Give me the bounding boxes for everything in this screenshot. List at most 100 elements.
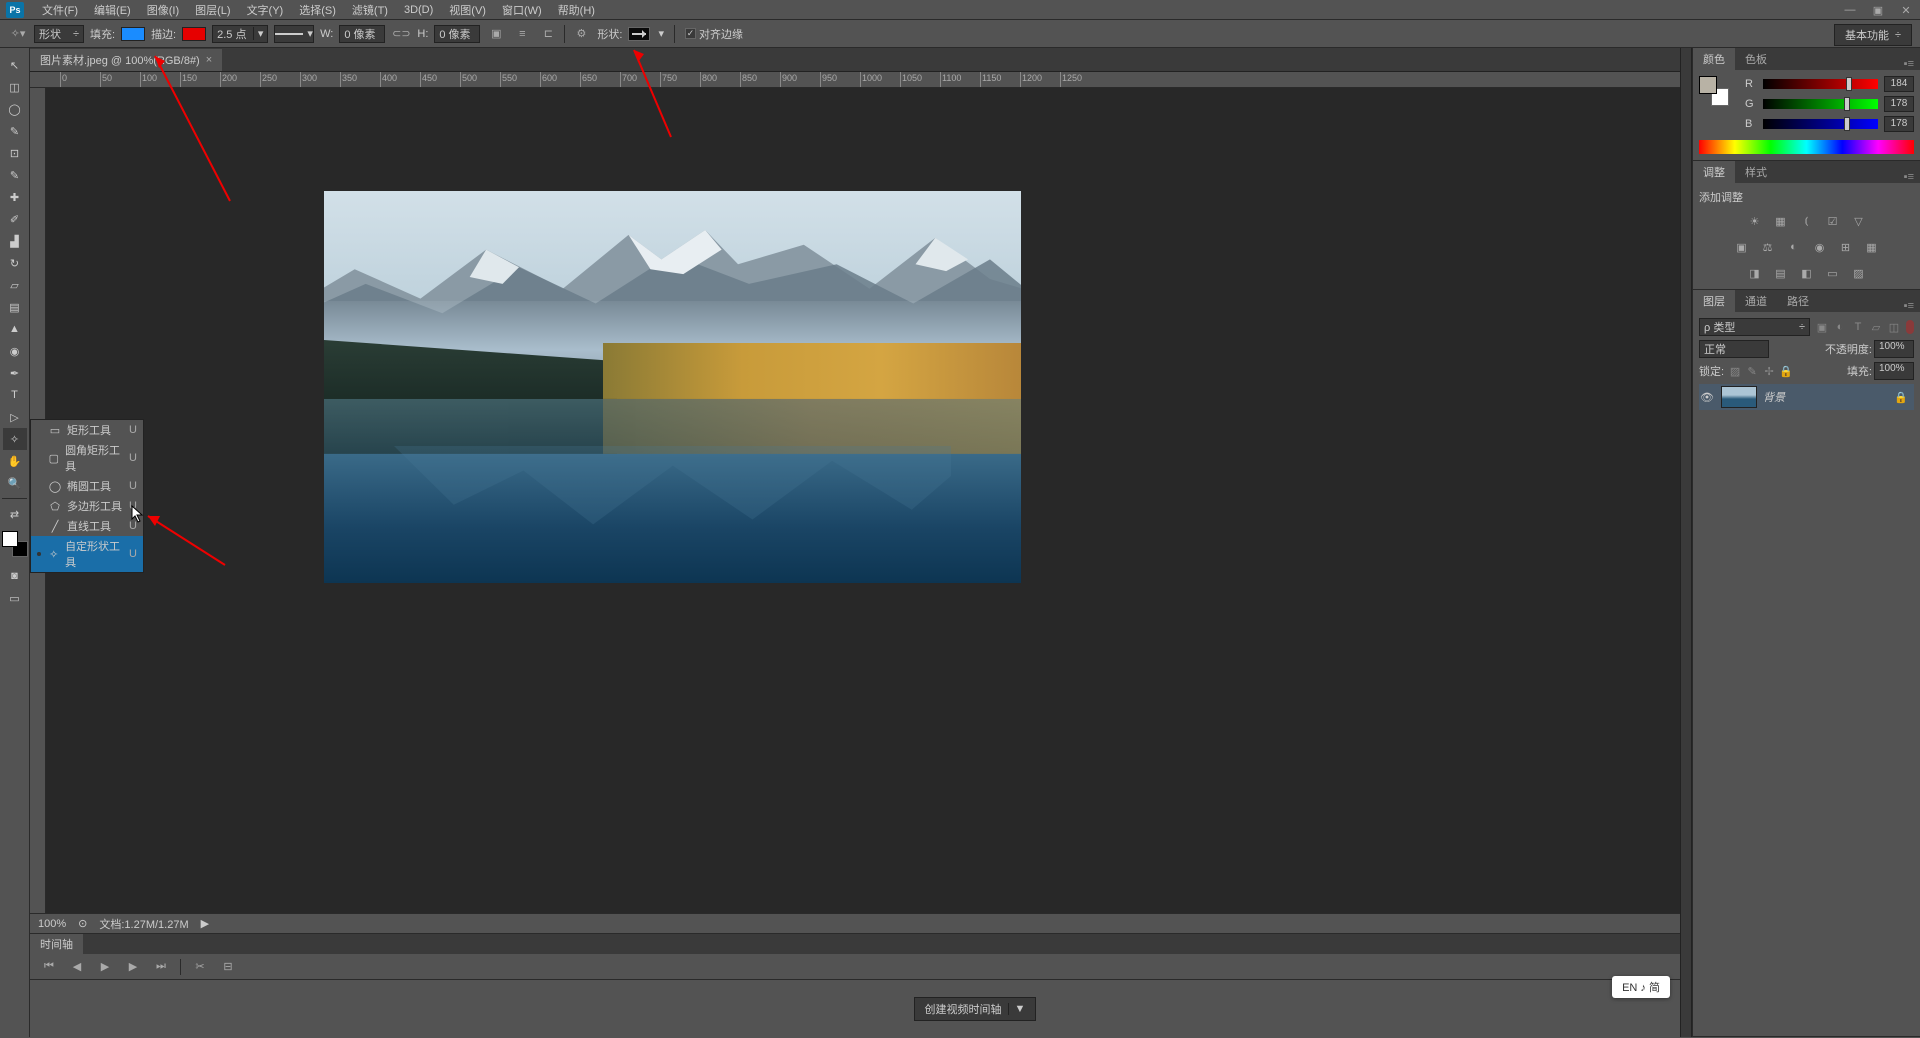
width-input[interactable]: 0 像素 bbox=[339, 25, 385, 43]
r-value-input[interactable]: 184 bbox=[1884, 76, 1914, 92]
first-frame-icon[interactable]: ⏮ bbox=[40, 958, 58, 976]
type-tool-icon[interactable]: T bbox=[3, 384, 27, 406]
bw-adjust-icon[interactable]: ◐ bbox=[1784, 237, 1804, 257]
lock-all-icon[interactable]: 🔒 bbox=[1779, 364, 1793, 378]
menu-file[interactable]: 文件(F) bbox=[34, 0, 86, 20]
color-spectrum[interactable] bbox=[1699, 140, 1914, 154]
invert-adjust-icon[interactable]: ◨ bbox=[1745, 263, 1765, 283]
minimize-icon[interactable]: — bbox=[1836, 0, 1864, 20]
blend-mode-select[interactable]: 正常 bbox=[1699, 340, 1769, 358]
height-input[interactable]: 0 像素 bbox=[434, 25, 480, 43]
layer-visibility-icon[interactable]: 👁 bbox=[1699, 391, 1715, 404]
curves-adjust-icon[interactable]: ⦅ bbox=[1797, 211, 1817, 231]
channelmixer-adjust-icon[interactable]: ⊞ bbox=[1836, 237, 1856, 257]
colorbalance-adjust-icon[interactable]: ⚖ bbox=[1758, 237, 1778, 257]
path-select-tool-icon[interactable]: ▷ bbox=[3, 406, 27, 428]
filter-adjust-icon[interactable]: ◐ bbox=[1832, 319, 1848, 335]
paths-panel-tab[interactable]: 路径 bbox=[1777, 290, 1819, 312]
last-frame-icon[interactable]: ⏭ bbox=[152, 958, 170, 976]
color-panel-tab[interactable]: 颜色 bbox=[1693, 48, 1735, 70]
quick-select-tool-icon[interactable]: ✎ bbox=[3, 120, 27, 142]
color-swatch-pair[interactable] bbox=[1699, 76, 1729, 106]
fill-color-swatch[interactable] bbox=[121, 27, 145, 41]
lasso-tool-icon[interactable]: ◯ bbox=[3, 98, 27, 120]
brush-tool-icon[interactable]: ✐ bbox=[3, 208, 27, 230]
menu-filter[interactable]: 滤镜(T) bbox=[344, 0, 396, 20]
canvas[interactable] bbox=[46, 88, 1920, 913]
tool-mode-select[interactable]: 形状÷ bbox=[34, 25, 84, 43]
tool-preset-icon[interactable]: ✧▾ bbox=[8, 24, 28, 44]
colorlookup-adjust-icon[interactable]: ▦ bbox=[1862, 237, 1882, 257]
fill-opacity-input[interactable]: 100% bbox=[1874, 362, 1914, 380]
menu-layer[interactable]: 图层(L) bbox=[187, 0, 238, 20]
menu-type[interactable]: 文字(Y) bbox=[239, 0, 292, 20]
custom-shape-tool-item[interactable]: ✧自定形状工具U bbox=[31, 536, 143, 572]
rounded-rectangle-tool-item[interactable]: ▢圆角矩形工具U bbox=[31, 440, 143, 476]
screenmode-icon[interactable]: ▭ bbox=[3, 587, 27, 609]
panel-menu-icon[interactable]: ▪≡ bbox=[1898, 58, 1920, 70]
r-slider[interactable] bbox=[1763, 79, 1878, 89]
lock-position-icon[interactable]: ✢ bbox=[1762, 364, 1776, 378]
panel-menu-icon[interactable]: ▪≡ bbox=[1898, 171, 1920, 183]
line-tool-item[interactable]: ╱直线工具U bbox=[31, 516, 143, 536]
threshold-adjust-icon[interactable]: ◧ bbox=[1797, 263, 1817, 283]
filter-pixel-icon[interactable]: ▣ bbox=[1814, 319, 1830, 335]
layers-panel-tab[interactable]: 图层 bbox=[1693, 290, 1735, 312]
hand-tool-icon[interactable]: ✋ bbox=[3, 450, 27, 472]
shape-picker[interactable] bbox=[628, 27, 650, 41]
layer-row-background[interactable]: 👁 背景 🔒 bbox=[1699, 384, 1914, 410]
layer-name[interactable]: 背景 bbox=[1763, 389, 1785, 405]
styles-panel-tab[interactable]: 样式 bbox=[1735, 161, 1777, 183]
ruler-horizontal[interactable]: 0501001502002503003504004505005506006507… bbox=[30, 72, 1920, 88]
gradient-tool-icon[interactable]: ▤ bbox=[3, 296, 27, 318]
workspace-switcher[interactable]: 基本功能÷ bbox=[1834, 24, 1912, 46]
gradientmap-adjust-icon[interactable]: ▭ bbox=[1823, 263, 1843, 283]
collapsed-panel-strip[interactable] bbox=[1680, 48, 1692, 1037]
g-slider[interactable] bbox=[1763, 99, 1878, 109]
b-value-input[interactable]: 178 bbox=[1884, 116, 1914, 132]
prev-frame-icon[interactable]: ◀ bbox=[68, 958, 86, 976]
hue-adjust-icon[interactable]: ▣ bbox=[1732, 237, 1752, 257]
brightness-adjust-icon[interactable]: ☀ bbox=[1745, 211, 1765, 231]
menu-edit[interactable]: 编辑(E) bbox=[86, 0, 139, 20]
gear-icon[interactable]: ⚙ bbox=[571, 24, 591, 44]
menu-image[interactable]: 图像(I) bbox=[139, 0, 187, 20]
stroke-color-swatch[interactable] bbox=[182, 27, 206, 41]
selectivecolor-adjust-icon[interactable]: ▨ bbox=[1849, 263, 1869, 283]
next-frame-icon[interactable]: ▶ bbox=[124, 958, 142, 976]
swatches-panel-tab[interactable]: 色板 bbox=[1735, 48, 1777, 70]
photofilter-adjust-icon[interactable]: ◉ bbox=[1810, 237, 1830, 257]
filter-type-icon[interactable]: T bbox=[1850, 319, 1866, 335]
path-operations-icon[interactable]: ▣ bbox=[486, 24, 506, 44]
cut-icon[interactable]: ✂ bbox=[191, 958, 209, 976]
transition-icon[interactable]: ⊟ bbox=[219, 958, 237, 976]
link-dimensions-icon[interactable]: ⊂⊃ bbox=[391, 24, 411, 44]
status-expand-icon[interactable]: ⊙ bbox=[78, 917, 87, 930]
g-value-input[interactable]: 178 bbox=[1884, 96, 1914, 112]
marquee-tool-icon[interactable]: ◫ bbox=[3, 76, 27, 98]
doc-size-info[interactable]: 文档:1.27M/1.27M bbox=[99, 916, 188, 932]
layer-filter-select[interactable]: ρ 类型÷ bbox=[1699, 318, 1810, 336]
blur-tool-icon[interactable]: ▲ bbox=[3, 318, 27, 340]
healing-tool-icon[interactable]: ✚ bbox=[3, 186, 27, 208]
pen-tool-icon[interactable]: ✒ bbox=[3, 362, 27, 384]
menu-help[interactable]: 帮助(H) bbox=[550, 0, 603, 20]
path-arrange-icon[interactable]: ⊏ bbox=[538, 24, 558, 44]
filter-toggle[interactable] bbox=[1906, 320, 1914, 334]
history-brush-tool-icon[interactable]: ↻ bbox=[3, 252, 27, 274]
eraser-tool-icon[interactable]: ▱ bbox=[3, 274, 27, 296]
rectangle-tool-item[interactable]: ▭矩形工具U bbox=[31, 420, 143, 440]
shape-tool-icon[interactable]: ✧ bbox=[3, 428, 27, 450]
b-slider[interactable] bbox=[1763, 119, 1878, 129]
document-tab[interactable]: 图片素材.jpeg @ 100%(RGB/8#) × bbox=[30, 49, 222, 71]
vibrance-adjust-icon[interactable]: ▽ bbox=[1849, 211, 1869, 231]
levels-adjust-icon[interactable]: ▦ bbox=[1771, 211, 1791, 231]
color-picker[interactable] bbox=[2, 531, 28, 557]
polygon-tool-item[interactable]: ⬠多边形工具U bbox=[31, 496, 143, 516]
stamp-tool-icon[interactable]: ▟ bbox=[3, 230, 27, 252]
timeline-tab[interactable]: 时间轴 bbox=[30, 934, 83, 954]
zoom-level[interactable]: 100% bbox=[38, 918, 66, 930]
crop-tool-icon[interactable]: ⊡ bbox=[3, 142, 27, 164]
opacity-input[interactable]: 100% bbox=[1874, 340, 1914, 358]
create-timeline-button[interactable]: 创建视频时间轴▼ bbox=[914, 997, 1037, 1021]
